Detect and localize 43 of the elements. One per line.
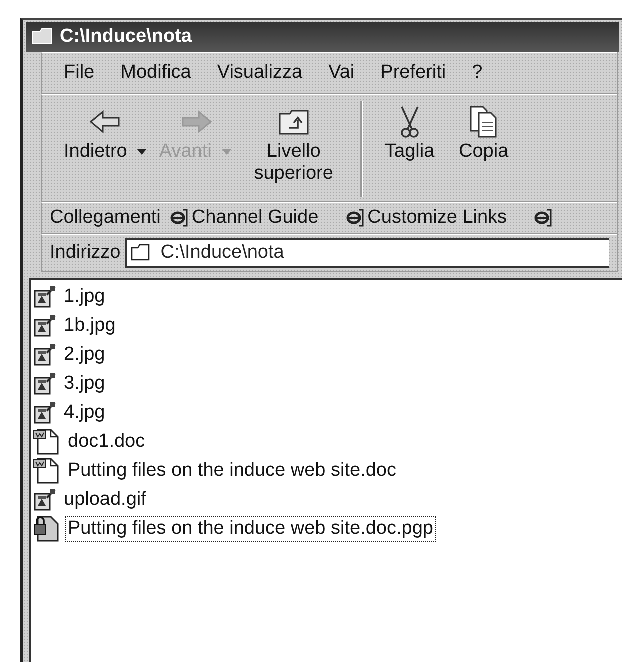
folder-up-icon — [276, 108, 311, 136]
toolbar-button[interactable]: Indietro — [58, 101, 154, 165]
file-name[interactable]: 4.jpg — [61, 400, 108, 426]
file-name[interactable]: doc1.doc — [65, 428, 148, 454]
link[interactable]: Customize Links — [344, 207, 508, 229]
menu-item[interactable]: Preferiti — [380, 62, 446, 84]
file-name[interactable]: 1b.jpg — [61, 312, 119, 338]
toolbar-button[interactable]: Livello superiore — [238, 101, 350, 187]
browser-icon — [168, 208, 189, 228]
browser-icon — [344, 208, 365, 228]
toolbar-button[interactable]: Copia — [446, 101, 521, 165]
menu-item[interactable]: File — [64, 62, 95, 84]
folder-icon — [32, 28, 54, 46]
file-name[interactable]: 1.jpg — [61, 284, 108, 310]
address-field[interactable]: C:\Induce\nota — [124, 238, 609, 268]
file-name[interactable]: Putting files on the induce web site.doc — [65, 458, 400, 484]
image-file-icon — [33, 400, 57, 424]
file-name[interactable]: 3.jpg — [61, 370, 108, 396]
copy-icon — [468, 105, 499, 139]
window-title: C:\Induce\nota — [60, 26, 192, 48]
address-label: Indirizzo — [50, 242, 121, 264]
image-file-icon — [33, 314, 57, 338]
file-name[interactable]: Putting files on the induce web site.doc.pgp — [65, 516, 436, 542]
folder-icon — [130, 244, 151, 262]
browser-icon[interactable] — [533, 208, 554, 228]
link[interactable]: Channel Guide — [168, 207, 319, 229]
file-name[interactable]: upload.gif — [61, 486, 150, 512]
image-file-icon — [33, 488, 57, 512]
image-file-icon — [33, 284, 57, 308]
locked-file-icon — [33, 514, 61, 542]
menu-item[interactable]: Vai — [328, 62, 355, 84]
image-file-icon — [33, 342, 57, 366]
menu-item[interactable]: Visualizza — [217, 62, 303, 84]
back-arrow-icon — [88, 109, 123, 135]
file-name[interactable]: 2.jpg — [61, 342, 108, 368]
document-file-icon — [33, 428, 61, 456]
links-label: Collegamenti — [50, 207, 161, 229]
menu-item[interactable]: Modifica — [120, 62, 192, 84]
document-file-icon — [33, 456, 61, 484]
image-file-icon — [33, 372, 57, 396]
menu-item[interactable]: ? — [472, 62, 483, 84]
toolbar-button[interactable]: Taglia — [372, 101, 447, 165]
address-input[interactable]: C:\Induce\nota — [160, 242, 609, 264]
